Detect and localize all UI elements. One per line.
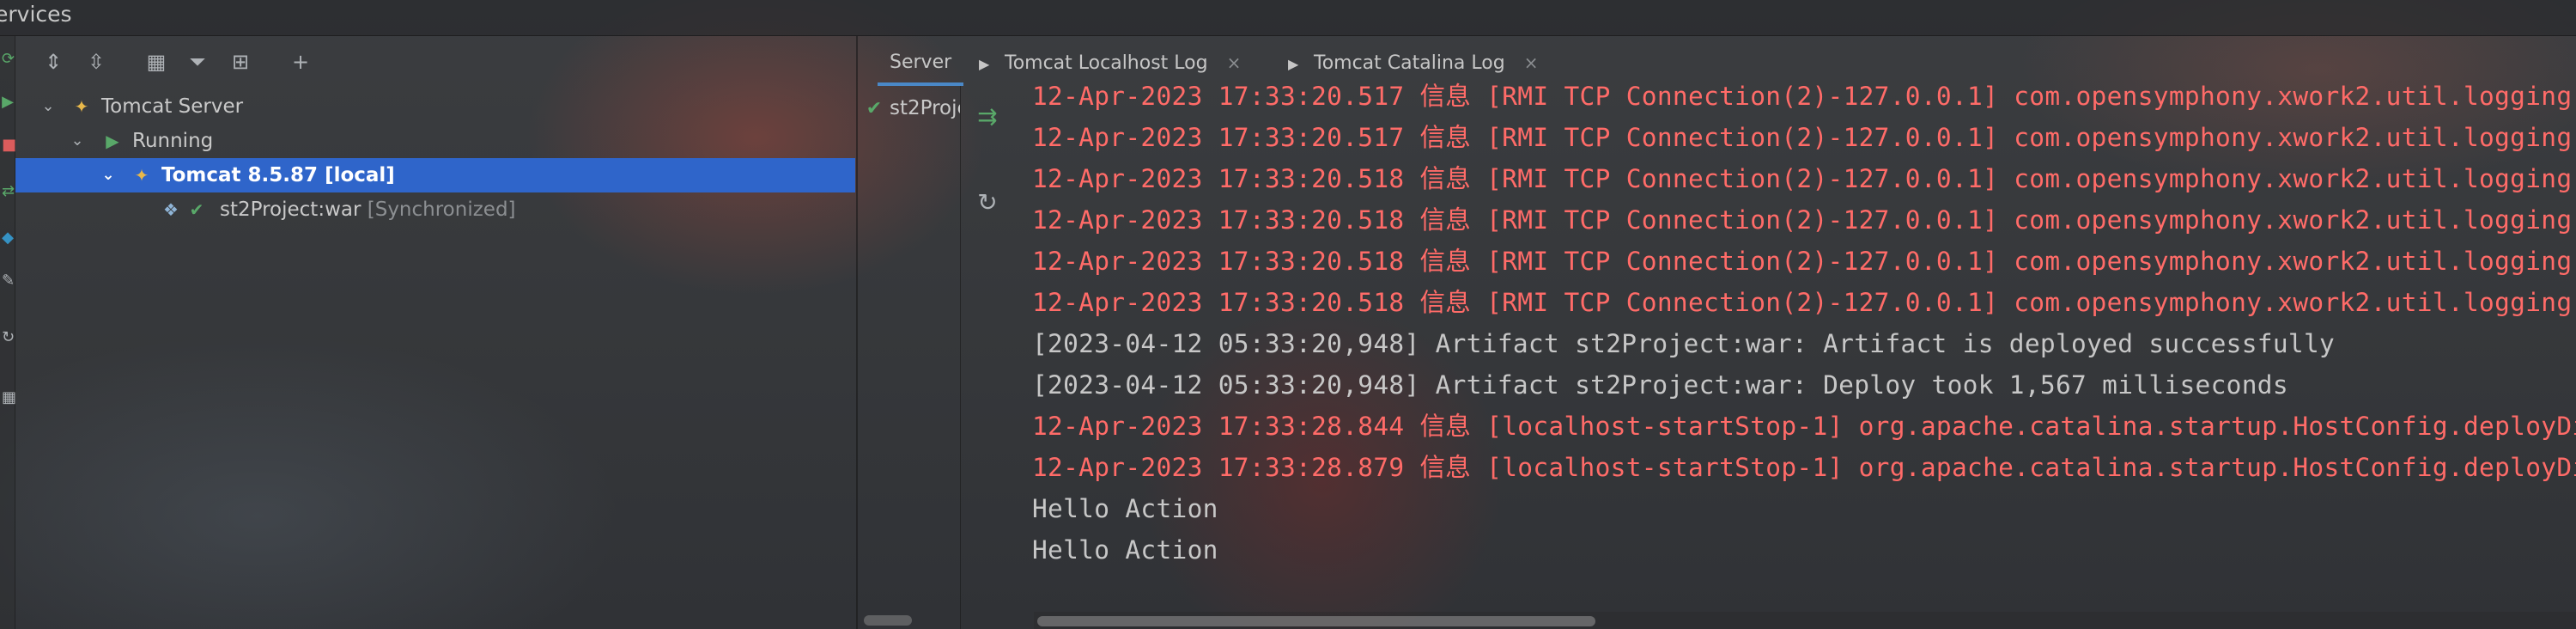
debug-icon[interactable]: ◆ xyxy=(2,230,14,246)
console-line: 12-Apr-2023 17:33:20.517 信息 [RMI TCP Con… xyxy=(1032,123,2576,152)
artifact-status: [Synchronized] xyxy=(367,198,516,221)
deployment-item[interactable]: ✔ st2Project:war xyxy=(859,93,960,124)
redeploy-icon[interactable]: ⇉ xyxy=(972,101,1003,132)
tree-node-tomcat-instance[interactable]: ⌄ ✦ Tomcat 8.5.87 [local] xyxy=(15,158,855,192)
console-divider[interactable] xyxy=(960,86,961,629)
console-line: 12-Apr-2023 17:33:20.518 信息 [RMI TCP Con… xyxy=(1032,205,2576,235)
tree-node-label: Tomcat Server xyxy=(101,95,244,118)
chevron-down-icon[interactable]: ⌄ xyxy=(98,158,118,192)
console-line: 12-Apr-2023 17:33:20.518 信息 [RMI TCP Con… xyxy=(1032,164,2576,193)
tomcat-running-icon: ✦ xyxy=(134,165,149,186)
instance-suffix: [local] xyxy=(325,164,395,186)
services-toolbar: ⇕ ⇳ ▦ ⏷ ⊞ + xyxy=(15,36,857,88)
console-gutter: ⇉ ↻ xyxy=(962,86,1013,629)
layout-icon[interactable]: ▦ xyxy=(2,390,16,406)
deployment-scrollbar[interactable] xyxy=(864,615,912,626)
chevron-down-icon[interactable]: ⌄ xyxy=(67,124,88,158)
group-by-icon[interactable]: ▦ xyxy=(143,48,170,76)
chevron-down-icon[interactable]: ⌄ xyxy=(38,89,58,124)
deploy-icon[interactable]: ⇄ xyxy=(2,184,15,199)
console-line: [2023-04-12 05:33:20,948] Artifact st2Pr… xyxy=(1032,370,2288,400)
add-icon[interactable]: + xyxy=(287,48,314,76)
panel-divider[interactable] xyxy=(856,36,858,629)
console-output[interactable]: 12-Apr-2023 17:33:20.517 信息 [RMI TCP Con… xyxy=(1013,79,2576,607)
tree-node-running[interactable]: ⌄ ▶ Running xyxy=(15,124,855,158)
check-icon: ✔ xyxy=(189,199,204,220)
console-horizontal-scrollbar[interactable] xyxy=(1034,612,2576,629)
tab-label: Tomcat Localhost Log xyxy=(1005,52,1208,74)
artifact-icon: ❖ xyxy=(163,199,179,220)
deployment-label: st2Project:war xyxy=(890,97,960,119)
tomcat-icon: ✦ xyxy=(74,96,89,117)
services-tree: ⌄ ✦ Tomcat Server ⌄ ▶ Running ⌄ ✦ Tomcat… xyxy=(15,89,855,629)
filter-icon[interactable]: ⏷ xyxy=(184,48,211,76)
tree-node-tomcat-server[interactable]: ⌄ ✦ Tomcat Server xyxy=(15,89,855,124)
tree-node-label: Tomcat 8.5.87 [local] xyxy=(161,158,395,192)
settings-icon[interactable]: ✎ xyxy=(2,273,15,289)
console-line: 12-Apr-2023 17:33:28.879 信息 [localhost-s… xyxy=(1032,453,2576,482)
scrollbar-thumb[interactable] xyxy=(1037,616,1595,626)
services-title-bar: ervices xyxy=(0,0,2576,36)
tree-node-label: st2Project:war [Synchronized] xyxy=(220,192,516,227)
run-icon: ▶ xyxy=(106,131,119,151)
tab-label: Tomcat Catalina Log xyxy=(1314,52,1505,74)
console-line: 12-Apr-2023 17:33:28.844 信息 [localhost-s… xyxy=(1032,412,2576,441)
collapse-all-icon[interactable]: ⇳ xyxy=(82,48,110,76)
expand-all-icon[interactable]: ⇕ xyxy=(39,48,67,76)
console-line: Hello Action xyxy=(1032,494,1218,523)
deployment-list: ✔ st2Project:war xyxy=(859,86,960,629)
tree-node-label: Running xyxy=(132,130,214,152)
console-line: Hello Action xyxy=(1032,535,1218,565)
new-tab-icon[interactable]: ⊞ xyxy=(227,48,254,76)
refresh-icon[interactable]: ↻ xyxy=(2,330,15,345)
refresh-icon[interactable]: ↻ xyxy=(972,187,1003,218)
console-line: 12-Apr-2023 17:33:20.518 信息 [RMI TCP Con… xyxy=(1032,247,2576,276)
tab-label: Server xyxy=(890,52,952,73)
tree-node-artifact[interactable]: ❖ ✔ st2Project:war [Synchronized] xyxy=(15,192,855,227)
log-icon: ▶ xyxy=(979,56,990,72)
console-line: 12-Apr-2023 17:33:20.518 信息 [RMI TCP Con… xyxy=(1032,288,2576,317)
rerun-icon[interactable]: ⟳ xyxy=(2,52,15,67)
console-line: [2023-04-12 05:33:20,948] Artifact st2Pr… xyxy=(1032,329,2336,358)
run-icon[interactable]: ▶ xyxy=(2,95,14,110)
tab-server[interactable]: Server xyxy=(878,36,964,86)
instance-name: Tomcat 8.5.87 xyxy=(161,164,319,186)
stop-icon[interactable]: ■ xyxy=(2,137,16,153)
artifact-name: st2Project:war xyxy=(220,198,361,221)
console-line: 12-Apr-2023 17:33:20.517 信息 [RMI TCP Con… xyxy=(1032,82,2576,111)
check-icon: ✔ xyxy=(866,98,883,119)
tool-window-title: ervices xyxy=(0,2,72,27)
action-strip: ⟳ ▶ ■ ⇄ ◆ ✎ ↻ ▦ xyxy=(0,36,16,629)
